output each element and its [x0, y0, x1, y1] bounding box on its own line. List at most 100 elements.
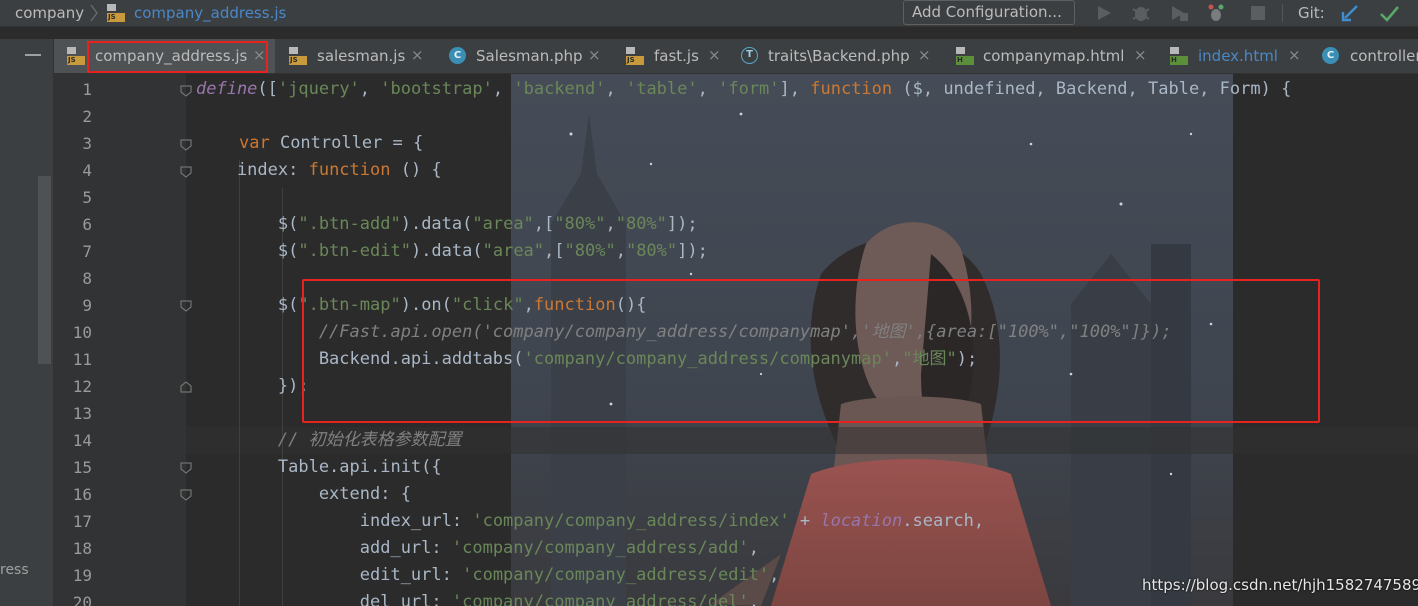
php-trait-icon: T: [741, 47, 758, 64]
code-token: index:: [196, 160, 309, 180]
code-line[interactable]: extend: {: [196, 481, 411, 508]
js-file-icon: JS: [107, 4, 125, 22]
code-token: Table.api.init({: [196, 457, 442, 477]
code-line[interactable]: index_url: 'company/company_address/inde…: [196, 508, 984, 535]
line-number: 7: [82, 242, 92, 261]
tab-controller[interactable]: C controller: [1310, 39, 1418, 73]
code-token: location: [820, 511, 903, 531]
code-token: });: [196, 376, 309, 396]
code-line[interactable]: $(".btn-edit").data("area",["80%","80%"]…: [196, 238, 708, 265]
toolbar-divider: [1282, 4, 1283, 22]
stop-icon[interactable]: [1248, 3, 1268, 23]
line-number: 12: [72, 377, 92, 396]
code-token: ".btn-add": [298, 214, 401, 234]
code-token: function: [810, 79, 893, 99]
tab-salesman-js[interactable]: JS salesman.js ×: [275, 39, 437, 73]
code-token: ,: [615, 241, 626, 261]
tab-label: salesman.js: [317, 47, 406, 65]
code-line[interactable]: Table.api.init({: [196, 454, 442, 481]
tab-salesman-php[interactable]: C Salesman.php ×: [437, 39, 609, 73]
run-icon[interactable]: [1094, 3, 1114, 23]
fold-open-icon[interactable]: [180, 139, 192, 151]
code-line[interactable]: index: function () {: [196, 157, 442, 184]
fold-open-icon[interactable]: [180, 300, 192, 312]
fold-open-icon[interactable]: [180, 489, 192, 501]
code-line[interactable]: // 初始化表格参数配置: [196, 427, 462, 454]
line-number: 9: [82, 296, 92, 315]
line-number: 1: [82, 80, 92, 99]
tab-fast-js[interactable]: JS fast.js ×: [609, 39, 727, 73]
code-token: 'form': [718, 79, 780, 99]
add-configuration-button[interactable]: Add Configuration...: [903, 0, 1075, 25]
code-token: ,: [605, 79, 626, 99]
collapse-icon[interactable]: [25, 54, 41, 56]
line-number: 19: [72, 566, 92, 585]
code-token: ).data(: [410, 241, 483, 261]
line-number: 16: [72, 485, 92, 504]
tab-companymap-html[interactable]: H companymap.html ×: [940, 39, 1154, 73]
close-icon[interactable]: ×: [918, 46, 931, 64]
fold-open-icon[interactable]: [180, 85, 192, 97]
line-number: 11: [72, 350, 92, 369]
code-token: var: [239, 133, 280, 153]
code-line[interactable]: var Controller = {: [239, 130, 423, 157]
html-file-icon: H: [1170, 47, 1188, 65]
code-line[interactable]: $(".btn-add").data("area",["80%","80%"])…: [196, 211, 698, 238]
code-token: ($, undefined, Backend, Table, Form) {: [892, 79, 1292, 99]
code-line[interactable]: });: [196, 373, 309, 400]
code-token: ).data(: [400, 214, 473, 234]
close-icon[interactable]: ×: [1288, 46, 1301, 64]
close-icon[interactable]: ×: [1134, 46, 1147, 64]
code-token: del_url:: [196, 592, 452, 606]
code-token: ]);: [677, 241, 708, 261]
project-panel-scrollbar[interactable]: [38, 176, 51, 364]
watermark-text: https://blog.csdn.net/hjh15827475896: [1142, 576, 1418, 594]
debug-icon[interactable]: [1131, 3, 1151, 23]
code-line[interactable]: add_url: 'company/company_address/add',: [196, 535, 759, 562]
tab-traits-backend-php[interactable]: T traits\Backend.php ×: [727, 39, 940, 73]
code-line[interactable]: edit_url: 'company/company_address/edit'…: [196, 562, 780, 589]
code-token: $(: [196, 295, 299, 315]
code-token: // 初始化表格参数配置: [196, 430, 462, 450]
close-icon[interactable]: ×: [588, 46, 601, 64]
js-file-icon: JS: [289, 47, 307, 65]
line-number: 3: [82, 134, 92, 153]
close-icon[interactable]: ×: [708, 46, 721, 64]
code-token: .search,: [902, 511, 985, 531]
line-number: 13: [72, 404, 92, 423]
code-token: "area": [482, 241, 545, 261]
fold-open-icon[interactable]: [180, 462, 192, 474]
git-update-icon[interactable]: [1340, 3, 1360, 23]
breadcrumb-file[interactable]: company_address.js: [134, 3, 286, 23]
code-token: "80%": [615, 214, 667, 234]
git-label: Git:: [1298, 4, 1325, 22]
close-icon[interactable]: ×: [411, 46, 424, 64]
line-number: 15: [72, 458, 92, 477]
fold-open-icon[interactable]: [180, 166, 192, 178]
code-token: ,: [769, 565, 780, 585]
git-commit-icon[interactable]: [1379, 3, 1399, 23]
js-file-icon: JS: [626, 47, 644, 65]
coverage-icon[interactable]: [1169, 3, 1189, 23]
code-token: 'company/company_address/edit': [462, 565, 770, 585]
tab-index-html[interactable]: H index.html ×: [1154, 39, 1310, 73]
fold-close-icon[interactable]: [180, 381, 192, 393]
code-token: index_url:: [196, 511, 473, 531]
code-token: 'jquery': [277, 79, 360, 99]
line-number: 20: [72, 593, 92, 606]
line-number: 14: [72, 431, 92, 450]
code-token: 'backend': [513, 79, 606, 99]
code-line[interactable]: del_url: 'company/company_address/del',: [196, 589, 759, 606]
code-token: "80%": [554, 214, 606, 234]
breadcrumb-project[interactable]: company: [15, 3, 84, 23]
breadcrumb-separator-icon: [90, 4, 98, 22]
active-tab-highlight-box: [87, 41, 268, 73]
code-token: ,[: [544, 241, 565, 261]
code-line[interactable]: define(['jquery', 'bootstrap', 'backend'…: [196, 76, 1291, 103]
tab-label: fast.js: [654, 47, 699, 65]
code-token: ,: [605, 214, 616, 234]
code-token: $(: [196, 241, 299, 261]
profile-bug-icon[interactable]: [1206, 3, 1226, 23]
tab-label: traits\Backend.php: [768, 47, 910, 65]
php-class-icon: C: [449, 47, 466, 64]
